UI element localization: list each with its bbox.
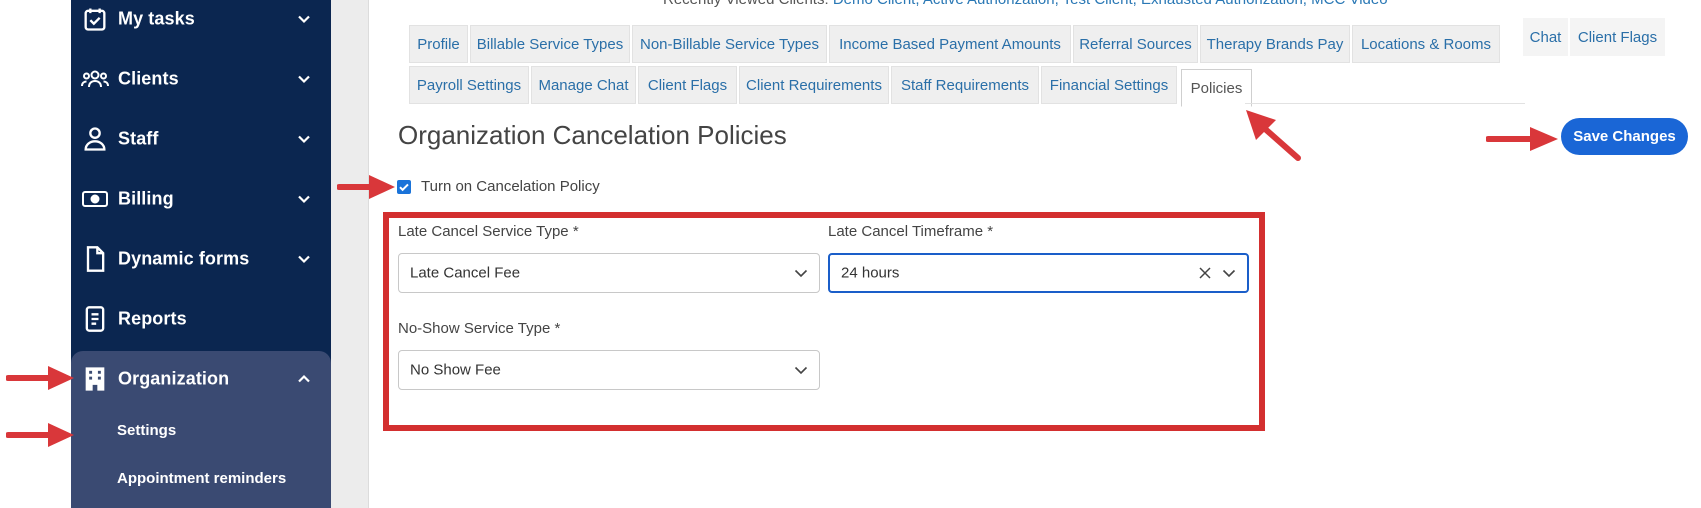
recent-prefix: Recently Viewed Clients: — [663, 0, 829, 8]
users-icon — [81, 70, 109, 88]
chevron-down-icon — [794, 269, 808, 278]
tab-payroll-settings[interactable]: Payroll Settings — [409, 66, 529, 104]
tab-profile[interactable]: Profile — [409, 25, 468, 63]
sidebar-item-label: My tasks — [118, 8, 195, 29]
sidebar-item-label: Reports — [118, 308, 187, 329]
chevron-down-icon — [298, 195, 310, 204]
annotation-arrow-icon — [6, 366, 74, 390]
chevron-down-icon — [1222, 269, 1236, 278]
save-changes-button[interactable]: Save Changes — [1561, 118, 1688, 155]
select-value: 24 hours — [841, 264, 900, 282]
recent-client-links[interactable]: Demo Client, Active Authorization, Test … — [833, 0, 1388, 8]
tab-staff-requirements[interactable]: Staff Requirements — [891, 66, 1039, 104]
sidebar-item-billing[interactable]: Billing — [71, 169, 331, 229]
tab-income-based-payment-amounts[interactable]: Income Based Payment Amounts — [829, 25, 1071, 63]
tab-billable-service-types[interactable]: Billable Service Types — [470, 25, 630, 63]
sidebar-item-clients[interactable]: Clients — [71, 49, 331, 109]
sidebar-item-label: Organization — [118, 368, 230, 389]
chevron-up-icon — [298, 374, 310, 383]
tab-therapy-brands-pay[interactable]: Therapy Brands Pay — [1200, 25, 1350, 63]
annotation-arrow-icon — [6, 423, 74, 447]
check-icon — [399, 183, 409, 192]
no-show-type-select[interactable]: No Show Fee — [398, 350, 820, 390]
sidebar-item-staff[interactable]: Staff — [71, 109, 331, 169]
chevron-down-icon — [298, 255, 310, 264]
page-title: Organization Cancelation Policies — [398, 120, 787, 150]
tab-client-flags[interactable]: Client Flags — [638, 66, 737, 104]
sidebar-item-label: Clients — [118, 68, 179, 89]
building-icon — [85, 367, 105, 391]
report-icon — [85, 306, 105, 332]
tab-client-requirements[interactable]: Client Requirements — [739, 66, 889, 104]
annotation-arrow-icon — [1246, 110, 1301, 161]
tab-locations-rooms[interactable]: Locations & Rooms — [1352, 25, 1500, 63]
recently-viewed-clients: Recently Viewed Clients: Demo Client, Ac… — [663, 0, 1388, 8]
calendar-check-icon — [84, 8, 106, 31]
document-icon — [86, 246, 105, 272]
sidebar-item-label: Staff — [118, 128, 159, 149]
tab-non-billable-service-types[interactable]: Non-Billable Service Types — [632, 25, 827, 63]
tab-chat-overflow[interactable]: Chat — [1523, 18, 1568, 56]
late-cancel-timeframe-select[interactable]: 24 hours — [828, 253, 1249, 293]
cancelation-policy-label: Turn on Cancelation Policy — [421, 178, 600, 195]
late-cancel-type-label: Late Cancel Service Type * — [398, 223, 579, 240]
sidebar-subitem-settings[interactable]: Settings — [117, 422, 176, 439]
late-cancel-type-select[interactable]: Late Cancel Fee — [398, 253, 820, 293]
no-show-type-label: No-Show Service Type * — [398, 320, 561, 337]
chevron-down-icon — [298, 75, 310, 84]
chevron-down-icon — [298, 135, 310, 144]
sidebar-item-organization[interactable]: Organization — [71, 349, 331, 409]
annotation-arrow-icon — [337, 175, 395, 199]
tab-policies[interactable]: Policies — [1181, 69, 1252, 107]
content-gutter — [331, 0, 369, 508]
tab-financial-settings[interactable]: Financial Settings — [1041, 66, 1177, 104]
sidebar-item-label: Billing — [118, 188, 174, 209]
late-cancel-timeframe-label: Late Cancel Timeframe * — [828, 223, 994, 240]
sidebar-item-my-tasks[interactable]: My tasks — [71, 0, 331, 49]
chevron-down-icon — [298, 15, 310, 24]
sidebar-item-label: Dynamic forms — [118, 248, 250, 269]
tab-client-flags-overflow[interactable]: Client Flags — [1570, 18, 1665, 56]
person-badge-icon — [84, 127, 106, 151]
annotation-arrow-icon — [1486, 127, 1558, 151]
clear-icon[interactable] — [1199, 267, 1211, 279]
sidebar-subitem-appointment-reminders[interactable]: Appointment reminders — [117, 470, 286, 487]
select-value: No Show Fee — [410, 361, 501, 379]
tab-manage-chat[interactable]: Manage Chat — [531, 66, 636, 104]
cancelation-policy-checkbox[interactable] — [397, 180, 411, 194]
chevron-down-icon — [794, 366, 808, 375]
sidebar-item-reports[interactable]: Reports — [71, 289, 331, 349]
banknote-icon — [82, 191, 108, 207]
select-value: Late Cancel Fee — [410, 264, 521, 282]
sidebar-item-dynamic-forms[interactable]: Dynamic forms — [71, 229, 331, 289]
tab-referral-sources[interactable]: Referral Sources — [1073, 25, 1198, 63]
